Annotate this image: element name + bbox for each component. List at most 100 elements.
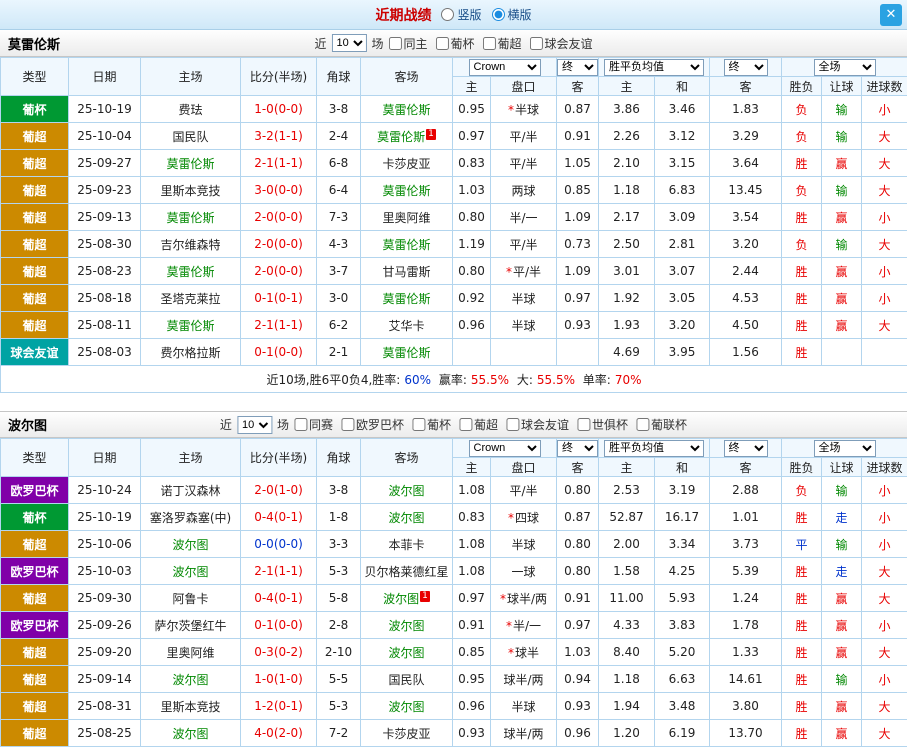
team-link[interactable]: 本菲卡 — [388, 538, 424, 552]
handicap-text: 平/半 — [512, 264, 542, 279]
filter-checkbox[interactable] — [411, 418, 425, 431]
match-row: 葡杯 25-10-19 费珐 1-0(0-0) 3-8 莫雷伦斯 0.95 *半… — [0, 95, 907, 123]
team-link[interactable]: 莫雷伦斯 — [166, 211, 214, 225]
team-link[interactable]: 波尔图 — [388, 700, 424, 714]
filter-option[interactable]: 球会友谊 — [529, 35, 593, 52]
away-odds-cell: 0.73 — [556, 230, 599, 258]
filter-option[interactable]: 世俱杯 — [577, 416, 628, 433]
team-link[interactable]: 波尔图 — [388, 619, 424, 633]
team-link[interactable]: 吉尔维森特 — [160, 238, 220, 252]
layout-radio-vertical[interactable]: 竖版 — [441, 6, 482, 23]
filter-option[interactable]: 葡联杯 — [636, 416, 687, 433]
avg-home-odds-cell: 2.17 — [598, 203, 655, 231]
team-link[interactable]: 莫雷伦斯 — [382, 292, 430, 306]
team-link[interactable]: 圣塔克莱拉 — [160, 292, 220, 306]
bookmaker-select[interactable]: Crown — [468, 58, 541, 76]
filter-option[interactable]: 葡杯 — [435, 35, 475, 52]
recent-count-select[interactable]: 10 — [331, 34, 367, 52]
avg-away-odds-cell: 3.80 — [709, 692, 782, 720]
filter-checkbox[interactable] — [293, 418, 307, 431]
filter-checkbox[interactable] — [435, 36, 449, 50]
team-link[interactable]: 国民队 — [388, 673, 424, 687]
team-link[interactable]: 萨尔茨堡红牛 — [154, 619, 226, 633]
team-link[interactable]: 波尔图 — [172, 727, 208, 741]
team-link[interactable]: 波尔图 — [383, 592, 419, 606]
team-link[interactable]: 里斯本竞技 — [160, 184, 220, 198]
filter-option[interactable]: 葡超 — [459, 416, 498, 433]
team-link[interactable]: 费尔格拉斯 — [160, 346, 220, 360]
team-link[interactable]: 莫雷伦斯 — [166, 157, 214, 171]
layout-radio-horizontal-input[interactable] — [491, 8, 505, 21]
score-cell: 2-1(1-1) — [240, 557, 317, 585]
team-link[interactable]: 波尔图 — [172, 673, 208, 687]
filter-option[interactable]: 球会友谊 — [506, 416, 569, 433]
team-link[interactable]: 莫雷伦斯 — [382, 103, 430, 117]
scope-select[interactable]: 全场 — [813, 58, 876, 76]
filter-option[interactable]: 同赛 — [293, 416, 333, 433]
filter-label: 葡超 — [474, 418, 499, 432]
scope-select[interactable]: 全场 — [813, 439, 876, 457]
team-link[interactable]: 莫雷伦斯 — [166, 265, 214, 279]
close-button[interactable]: ✕ — [880, 4, 902, 26]
wdl-result-cell: 负 — [781, 176, 822, 204]
home-odds-cell: 1.08 — [452, 530, 491, 558]
final-odds-select[interactable]: 终 — [557, 439, 598, 457]
team-link[interactable]: 卡莎皮亚 — [382, 157, 430, 171]
avg-home-odds-cell: 2.50 — [598, 230, 655, 258]
final-odds-select[interactable]: 终 — [557, 58, 598, 76]
col-away: 客场 — [360, 57, 453, 96]
team-link[interactable]: 波尔图 — [172, 538, 208, 552]
filter-option[interactable]: 同主 — [388, 35, 428, 52]
filter-checkbox[interactable] — [636, 418, 650, 431]
team-link[interactable]: 波尔图 — [388, 646, 424, 660]
team-link[interactable]: 里奥阿维 — [382, 211, 430, 225]
filter-option[interactable]: 葡杯 — [411, 416, 451, 433]
team-link[interactable]: 莫雷伦斯 — [166, 319, 214, 333]
team-link[interactable]: 波尔图 — [172, 565, 208, 579]
col-odds-away: 客 — [556, 76, 599, 96]
wdl-result-cell: 胜 — [781, 584, 822, 612]
summary-row: 近10场,胜6平0负4,胜率: 60% 赢率: 55.5% 大: 55.5% 单率: 7… — [0, 365, 907, 393]
team-link[interactable]: 里奥阿维 — [166, 646, 214, 660]
layout-radio-horizontal[interactable]: 横版 — [491, 6, 532, 23]
team-link[interactable]: 塞洛罗森塞(中) — [150, 511, 231, 525]
filter-checkbox[interactable] — [459, 418, 473, 431]
bookmaker-select[interactable]: Crown — [468, 439, 541, 457]
filter-checkbox[interactable] — [577, 418, 591, 431]
team-link[interactable]: 诺丁汉森林 — [160, 484, 220, 498]
team-link[interactable]: 莫雷伦斯 — [382, 184, 430, 198]
team-link[interactable]: 波尔图 — [388, 511, 424, 525]
team-link[interactable]: 里斯本竞技 — [160, 700, 220, 714]
final-wdl-select[interactable]: 终 — [723, 58, 768, 76]
corners-cell: 1-8 — [316, 503, 361, 531]
recent-count-select[interactable]: 10 — [236, 415, 272, 434]
team-link[interactable]: 贝尔格莱德红星 — [364, 565, 448, 579]
team-link[interactable]: 国民队 — [172, 130, 208, 144]
team-link[interactable]: 波尔图 — [388, 484, 424, 498]
team-link[interactable]: 艾华卡 — [388, 319, 424, 333]
avg-away-odds-cell: 1.56 — [709, 338, 782, 366]
filter-checkbox[interactable] — [482, 36, 496, 50]
date-cell: 25-08-25 — [68, 719, 141, 747]
team-link[interactable]: 莫雷伦斯 — [382, 346, 430, 360]
filter-checkbox[interactable] — [388, 36, 402, 50]
team-link[interactable]: 莫雷伦斯 — [382, 238, 430, 252]
filter-option[interactable]: 欧罗巴杯 — [340, 416, 404, 433]
team-link[interactable]: 甘马雷斯 — [382, 265, 430, 279]
filter-checkbox[interactable] — [340, 418, 354, 431]
col-final-odds: 终 — [556, 438, 599, 458]
team-link[interactable]: 卡莎皮亚 — [382, 727, 430, 741]
filter-checkbox[interactable] — [529, 36, 543, 50]
handicap-cell: *球半 — [490, 638, 557, 666]
filter-checkbox[interactable] — [506, 418, 520, 431]
team-link[interactable]: 阿鲁卡 — [172, 592, 208, 606]
team-link[interactable]: 莫雷伦斯 — [377, 130, 425, 144]
filter-option[interactable]: 葡超 — [482, 35, 522, 52]
match-row: 葡超 25-08-18 圣塔克莱拉 0-1(0-1) 3-0 莫雷伦斯 0.92… — [0, 284, 907, 312]
final-wdl-select[interactable]: 终 — [723, 439, 768, 457]
wdl-average-select[interactable]: 胜平负均值 — [604, 58, 704, 76]
layout-radio-vertical-input[interactable] — [441, 8, 455, 21]
col-away: 客场 — [360, 438, 453, 477]
team-link[interactable]: 费珐 — [178, 103, 202, 117]
wdl-average-select[interactable]: 胜平负均值 — [604, 439, 704, 457]
